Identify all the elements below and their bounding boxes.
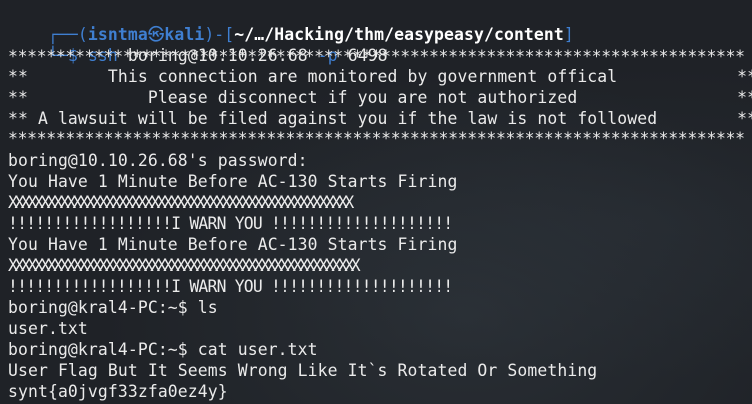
prompt-frame-close: ] (563, 25, 574, 44)
output-line: !!!!!!!!!!!!!!!!!!I WARN YOU !!!!!!!!!!!… (8, 277, 453, 296)
output-line: User Flag But It Seems Wrong Like It`s R… (8, 361, 598, 380)
output-line: user.txt (8, 319, 88, 338)
output-line: XXXXXXXXXXXXXXXXXXXXXXXXXXXXXXXXXXXXXXXX… (8, 256, 361, 275)
prompt-header: ┌──(isntma㉿kali)-[~/…/Hacking/thm/easype… (8, 3, 574, 44)
output-line: boring@kral4-PC:~$ ls (8, 298, 218, 317)
output-line: You Have 1 Minute Before AC-130 Starts F… (8, 172, 458, 191)
banner-line: ** A lawsuit will be filed against you i… (8, 109, 752, 128)
banner-border-top: ****************************************… (8, 47, 745, 66)
banner-line: ** This connection are monitored by gove… (8, 67, 752, 86)
terminal-window[interactable]: ┌──(isntma㉿kali)-[~/…/Hacking/thm/easype… (0, 0, 752, 404)
output-line: boring@10.10.26.68's password: (8, 151, 308, 170)
flag-line: synt{a0jvgf33zfa0ez4y} (8, 382, 228, 401)
command-line: └─$ ssh boring@10.10.26.68 -p 6498 (8, 24, 388, 65)
banner-line: ** Please disconnect if you are not auth… (8, 88, 752, 107)
output-line: XXXXXXXXXXXXXXXXXXXXXXXXXXXXXXXXXXXXXXXX… (8, 193, 354, 212)
banner-border-bottom: ****************************************… (8, 129, 745, 148)
output-line: You Have 1 Minute Before AC-130 Starts F… (8, 235, 458, 254)
output-line: !!!!!!!!!!!!!!!!!!I WARN YOU !!!!!!!!!!!… (8, 214, 453, 233)
output-line: boring@kral4-PC:~$ cat user.txt (8, 340, 318, 359)
